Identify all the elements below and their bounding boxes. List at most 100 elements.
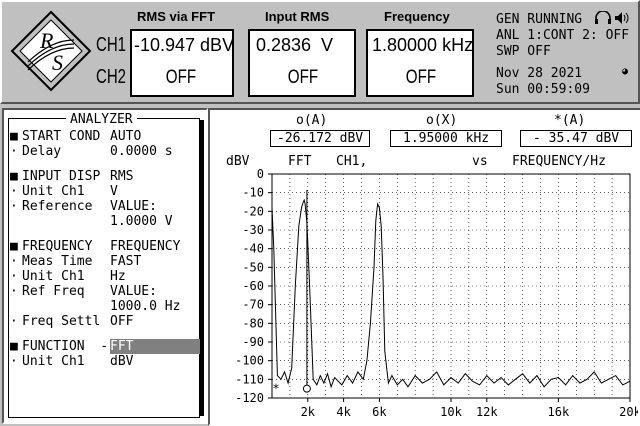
setting-value[interactable]: VALUE: [110,284,157,299]
y-tick-label: -60 [242,279,264,293]
frequency-display: 1.80000 kHz OFF [366,29,474,97]
y-tick-label: 0 [257,167,264,181]
item-bullet-icon: · [10,314,18,329]
setting-label: Delay [22,144,62,159]
setting-label: Unit Ch1 [22,184,85,199]
setting-label: Freq Settl [22,314,101,329]
item-bullet-icon: · [10,254,18,269]
headphone-icon [594,10,612,24]
setting-value[interactable]: FAST [110,254,141,269]
y-tick-label: -80 [242,316,264,330]
frequency-title: Frequency [384,9,450,24]
analyzer-row[interactable]: ■ START COND AUTO [8,129,198,144]
time-display: Sun 00:59:09 [496,82,590,97]
setting-value[interactable]: 1000.0 Hz [110,299,180,314]
analyzer-title: ANALYZER [66,112,137,127]
svg-text:S: S [52,50,63,75]
y-tick-label: -10 [242,186,264,200]
analyzer-row[interactable]: · Unit Ch1 Hz [8,269,198,284]
y-tick-label: -110 [235,372,264,386]
ch2-label: CH2 [96,66,127,88]
analyzer-panel: ANALYZER ■ START COND AUTO · Delay 0.0000 s ■ I… [2,108,208,424]
anl-status: ANL 1:CONT 2: OFF [496,28,630,43]
panel-scrollbar[interactable] [200,120,204,416]
x-tick-label: 16k [548,405,570,419]
rs-logo: R S [10,10,92,92]
setting-value[interactable]: 0.0000 s [110,144,173,159]
setting-value[interactable]: OFF [110,314,133,329]
setting-value[interactable]: RMS [110,169,133,184]
analyzer-row [8,329,198,339]
speaker-icon [614,10,630,24]
analyzer-row[interactable]: · Meas Time FAST [8,254,198,269]
analyzer-row[interactable]: ■ FUNCTION - FFT [8,339,200,354]
y-tick-label: -100 [235,354,264,368]
setting-value[interactable]: V [110,184,118,199]
clock-icon: ◕ [622,66,629,77]
analyzer-row[interactable]: · Freq Settl OFF [8,314,198,329]
ch1-label: CH1 [96,34,127,56]
item-bullet-icon: · [10,184,18,199]
setting-label: FREQUENCY [22,239,93,254]
analyzer-row [8,229,198,239]
y-tick-label: -50 [242,260,264,274]
analyzer-row[interactable]: · Delay 0.0000 s [8,144,198,159]
analyzer-row[interactable]: ■ FREQUENCY FREQUENCY [8,239,198,254]
input-rms-ch2-value: OFF [287,67,319,88]
fft-graph-window: o(A) o(X) *(A) -26.172 dBV 1.95000 kHz -… [208,108,640,426]
setting-value[interactable]: Hz [110,269,126,284]
x-tick-label: 6k [372,405,387,419]
analyzer-row: 1.0000 V [8,214,198,229]
rms-fft-title: RMS via FFT [137,9,216,24]
setting-value[interactable]: FFT [110,339,200,354]
analyzer-row[interactable]: · Reference VALUE: [8,199,198,214]
analyzer-row[interactable]: · Ref Freq VALUE: [8,284,198,299]
analyzer-row [8,159,198,169]
setting-label: Ref Freq [22,284,85,299]
y-tick-label: -40 [242,242,264,256]
setting-label: START COND [22,129,101,144]
item-bullet-icon: · [10,144,18,159]
section-bullet-icon: ■ [10,239,18,254]
frequency-ch1-value: 1.80000 kHz [372,35,474,55]
item-bullet-icon: · [10,284,18,299]
setting-value[interactable]: dBV [110,354,133,369]
y-tick-label: -70 [242,298,264,312]
setting-label: Unit Ch1 [22,269,85,284]
analyzer-settings-list: ■ START COND AUTO · Delay 0.0000 s ■ INPUT DISP… [8,129,200,369]
setting-value[interactable]: VALUE: [110,199,157,214]
section-bullet-icon: ■ [10,129,18,144]
input-rms-display: 0.2836 V OFF [248,29,356,97]
setting-label: Reference [22,199,93,214]
x-tick-label: 4k [336,405,351,419]
x-tick-label: 12k [476,405,498,419]
analyzer-row[interactable]: · Unit Ch1 dBV [8,354,198,369]
date-display: Nov 28 2021 [496,66,583,81]
setting-label: Meas Time [22,254,93,269]
setting-label: INPUT DISP [22,169,101,184]
analyzer-row[interactable]: ■ INPUT DISP RMS [8,169,198,184]
frequency-ch2-value: OFF [405,67,437,88]
item-bullet-icon: · [10,354,18,369]
y-tick-label: -20 [242,204,264,218]
setting-value[interactable]: FREQUENCY [110,239,180,254]
input-rms-ch1-value: 0.2836 V [256,35,334,55]
item-bullet-icon: · [10,199,18,214]
x-tick-label: 10k [440,405,462,419]
y-tick-label: -30 [242,223,264,237]
setting-label: Unit Ch1 [22,354,85,369]
rms-fft-ch2-value: OFF [165,67,197,88]
y-tick-label: -90 [242,335,264,349]
analyzer-row[interactable]: · Unit Ch1 V [8,184,198,199]
section-bullet-icon: ■ [10,169,18,184]
rms-fft-display: -10.947 dBV OFF [130,29,234,97]
item-bullet-icon: · [10,269,18,284]
gen-status: GEN RUNNING [496,12,583,27]
x-tick-label: 2k [301,405,316,419]
setting-value[interactable]: 1.0000 V [110,214,173,229]
x-tick-label: 20k [619,405,638,419]
setting-value[interactable]: AUTO [110,129,141,144]
sweep-status: SWP OFF [496,44,551,59]
analyzer-row: 1000.0 Hz [8,299,198,314]
rms-fft-ch1-value: -10.947 dBV [134,35,235,55]
